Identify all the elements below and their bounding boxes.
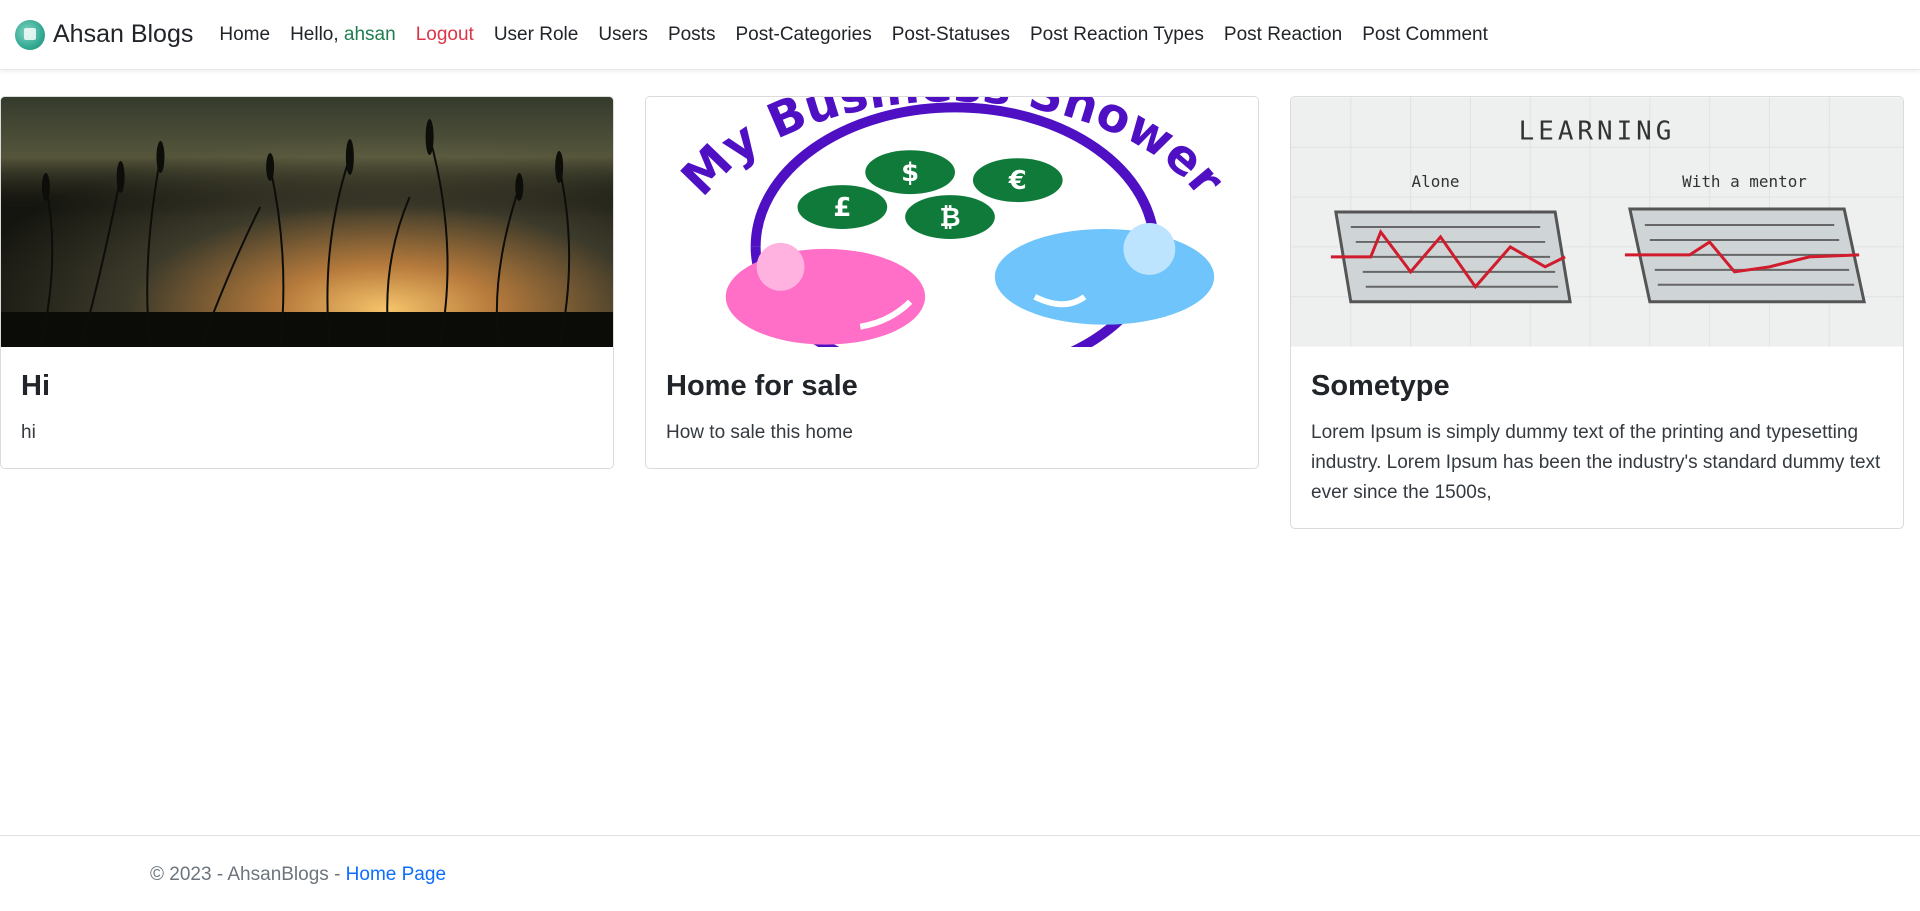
learning-maze-image: LEARNING Alone With a mentor (1291, 97, 1903, 347)
brand-name: Ahsan Blogs (53, 20, 194, 48)
nav-user-role[interactable]: User Role (484, 0, 588, 70)
user-greeting: Hello, ahsan (280, 24, 406, 46)
sunset-grass-image (1, 97, 613, 347)
top-navbar: Ahsan Blogs Home Hello, ahsan Logout Use… (0, 0, 1920, 70)
my-business-shower-logo: My Business Shower $€ £₿ (646, 97, 1258, 347)
post-card[interactable]: My Business Shower $€ £₿ Home for sale H… (645, 96, 1259, 469)
nav-posts[interactable]: Posts (658, 0, 726, 70)
post-card[interactable]: LEARNING Alone With a mentor Sometype Lo… (1290, 96, 1904, 529)
greeting-prefix: Hello, (290, 23, 339, 45)
svg-text:£: £ (833, 193, 851, 223)
post-text: hi (21, 421, 36, 443)
post-title[interactable]: Home for sale (666, 369, 1238, 404)
svg-text:$: $ (901, 158, 919, 188)
card-body: Sometype Lorem Ipsum is simply dummy tex… (1291, 347, 1903, 528)
nav-links: Home Hello, ahsan Logout User Role Users… (209, 0, 1497, 70)
footer-content: © 2023 - AhsanBlogs - Home Page (150, 864, 446, 886)
svg-text:₿: ₿ (939, 203, 960, 233)
nav-users[interactable]: Users (588, 0, 658, 70)
learning-heading: LEARNING (1519, 116, 1676, 146)
card-body: Home for sale How to sale this home (646, 347, 1258, 468)
footer-home-link[interactable]: Home Page (346, 864, 446, 885)
nav-post-reaction[interactable]: Post Reaction (1214, 0, 1352, 70)
copyright-text: © 2023 - AhsanBlogs - (150, 864, 341, 885)
post-card[interactable]: Hi hi (0, 96, 614, 469)
nav-logout[interactable]: Logout (406, 0, 484, 70)
maze-left-label: Alone (1412, 172, 1460, 191)
card-body: Hi hi (1, 347, 613, 468)
nav-post-categories[interactable]: Post-Categories (725, 0, 881, 70)
post-text: Lorem Ipsum is simply dummy text of the … (1311, 421, 1881, 503)
nav-post-reaction-types[interactable]: Post Reaction Types (1020, 0, 1214, 70)
nav-post-statuses[interactable]: Post-Statuses (882, 0, 1020, 70)
post-title[interactable]: Hi (21, 369, 593, 404)
page-footer: © 2023 - AhsanBlogs - Home Page (0, 835, 1920, 911)
post-title[interactable]: Sometype (1311, 369, 1883, 404)
username[interactable]: ahsan (344, 24, 396, 45)
nav-home[interactable]: Home (209, 0, 280, 70)
svg-text:€: € (1008, 166, 1027, 196)
nav-post-comment[interactable]: Post Comment (1352, 0, 1498, 70)
blog-logo-icon (15, 19, 45, 50)
brand-link[interactable]: Ahsan Blogs (15, 19, 194, 50)
maze-right-label: With a mentor (1682, 172, 1807, 191)
post-text: How to sale this home (666, 421, 853, 443)
